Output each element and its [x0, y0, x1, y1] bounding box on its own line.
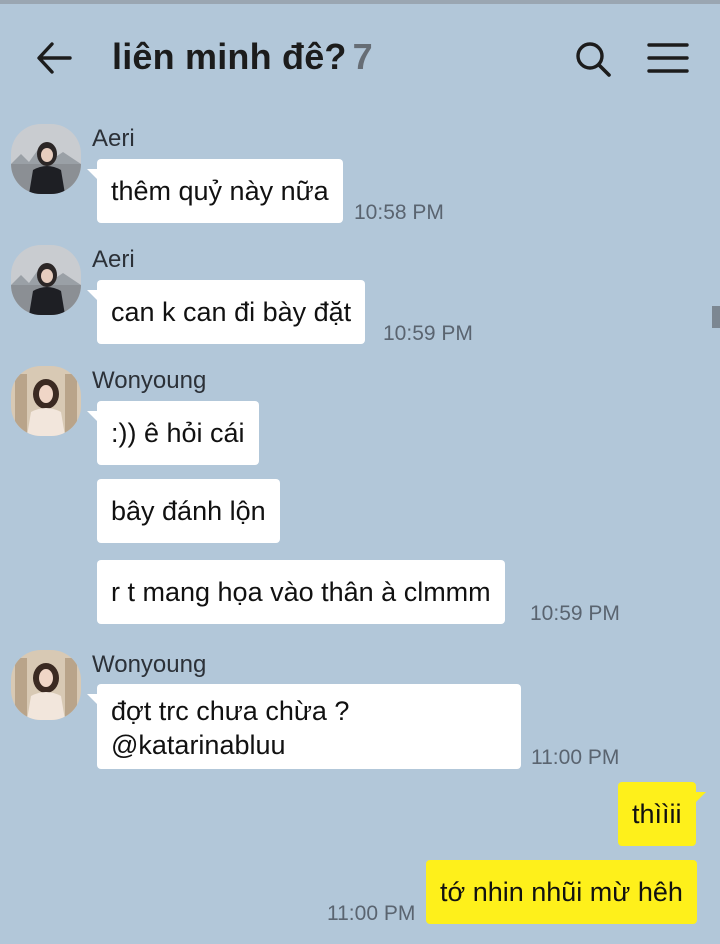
sender-name: Aeri — [92, 125, 135, 152]
message-text: can k can đi bày đặt — [111, 297, 352, 327]
avatar-aeri-image — [11, 124, 81, 194]
message-text: thììii — [632, 799, 682, 829]
message-text: r t mang họa vào thân à clmmm — [111, 577, 491, 607]
avatar-wonyoung[interactable] — [11, 366, 81, 436]
message-time: 10:59 PM — [383, 322, 473, 345]
arrow-left-icon[interactable] — [34, 38, 74, 78]
message-bubble[interactable]: can k can đi bày đặt — [86, 280, 366, 344]
hamburger-menu-icon[interactable] — [646, 40, 690, 76]
chat-header: liên minh đê? 7 — [0, 4, 720, 108]
message-bubble[interactable]: bây đánh lộn — [97, 479, 280, 543]
avatar-aeri[interactable] — [11, 245, 81, 315]
message-time: 11:00 PM — [327, 902, 416, 925]
avatar-aeri-image — [11, 245, 81, 315]
avatar-wonyoung-image — [11, 650, 81, 720]
message-bubble[interactable]: :)) ê hỏi cái — [87, 401, 259, 465]
sender-name: Wonyoung — [92, 651, 207, 678]
message-time: 10:59 PM — [530, 602, 620, 625]
my-message-bubble[interactable]: tớ nhin nhũi mừ hêh — [426, 860, 697, 924]
message-bubble[interactable]: r t mang họa vào thân à clmmm — [97, 560, 505, 624]
avatar-wonyoung[interactable] — [11, 650, 81, 720]
avatar-wonyoung-image — [11, 366, 81, 436]
chat-title-area[interactable]: liên minh đê? 7 — [112, 36, 373, 78]
my-message-bubble[interactable]: thììii — [618, 782, 706, 846]
search-icon[interactable] — [572, 38, 614, 80]
sender-name: Wonyoung — [92, 367, 207, 394]
message-bubble[interactable]: đợt trc chưa chừa ? @katarinabluu — [87, 684, 521, 769]
member-count: 7 — [352, 36, 373, 77]
scrollbar-thumb[interactable] — [712, 306, 720, 328]
avatar-aeri[interactable] — [11, 124, 81, 194]
chat-title: liên minh đê? — [112, 36, 347, 77]
message-text: bây đánh lộn — [111, 496, 266, 526]
message-text: tớ nhin nhũi mừ hêh — [440, 877, 683, 907]
message-time: 11:00 PM — [531, 746, 620, 769]
message-text: đợt trc chưa chừa ? — [111, 696, 350, 726]
mention-text: @katarinabluu — [111, 730, 286, 760]
message-text: thêm quỷ này nữa — [111, 176, 329, 206]
message-text: :)) ê hỏi cái — [111, 418, 245, 448]
message-bubble[interactable]: thêm quỷ này nữa — [87, 159, 343, 223]
sender-name: Aeri — [92, 246, 135, 273]
message-time: 10:58 PM — [354, 201, 444, 224]
